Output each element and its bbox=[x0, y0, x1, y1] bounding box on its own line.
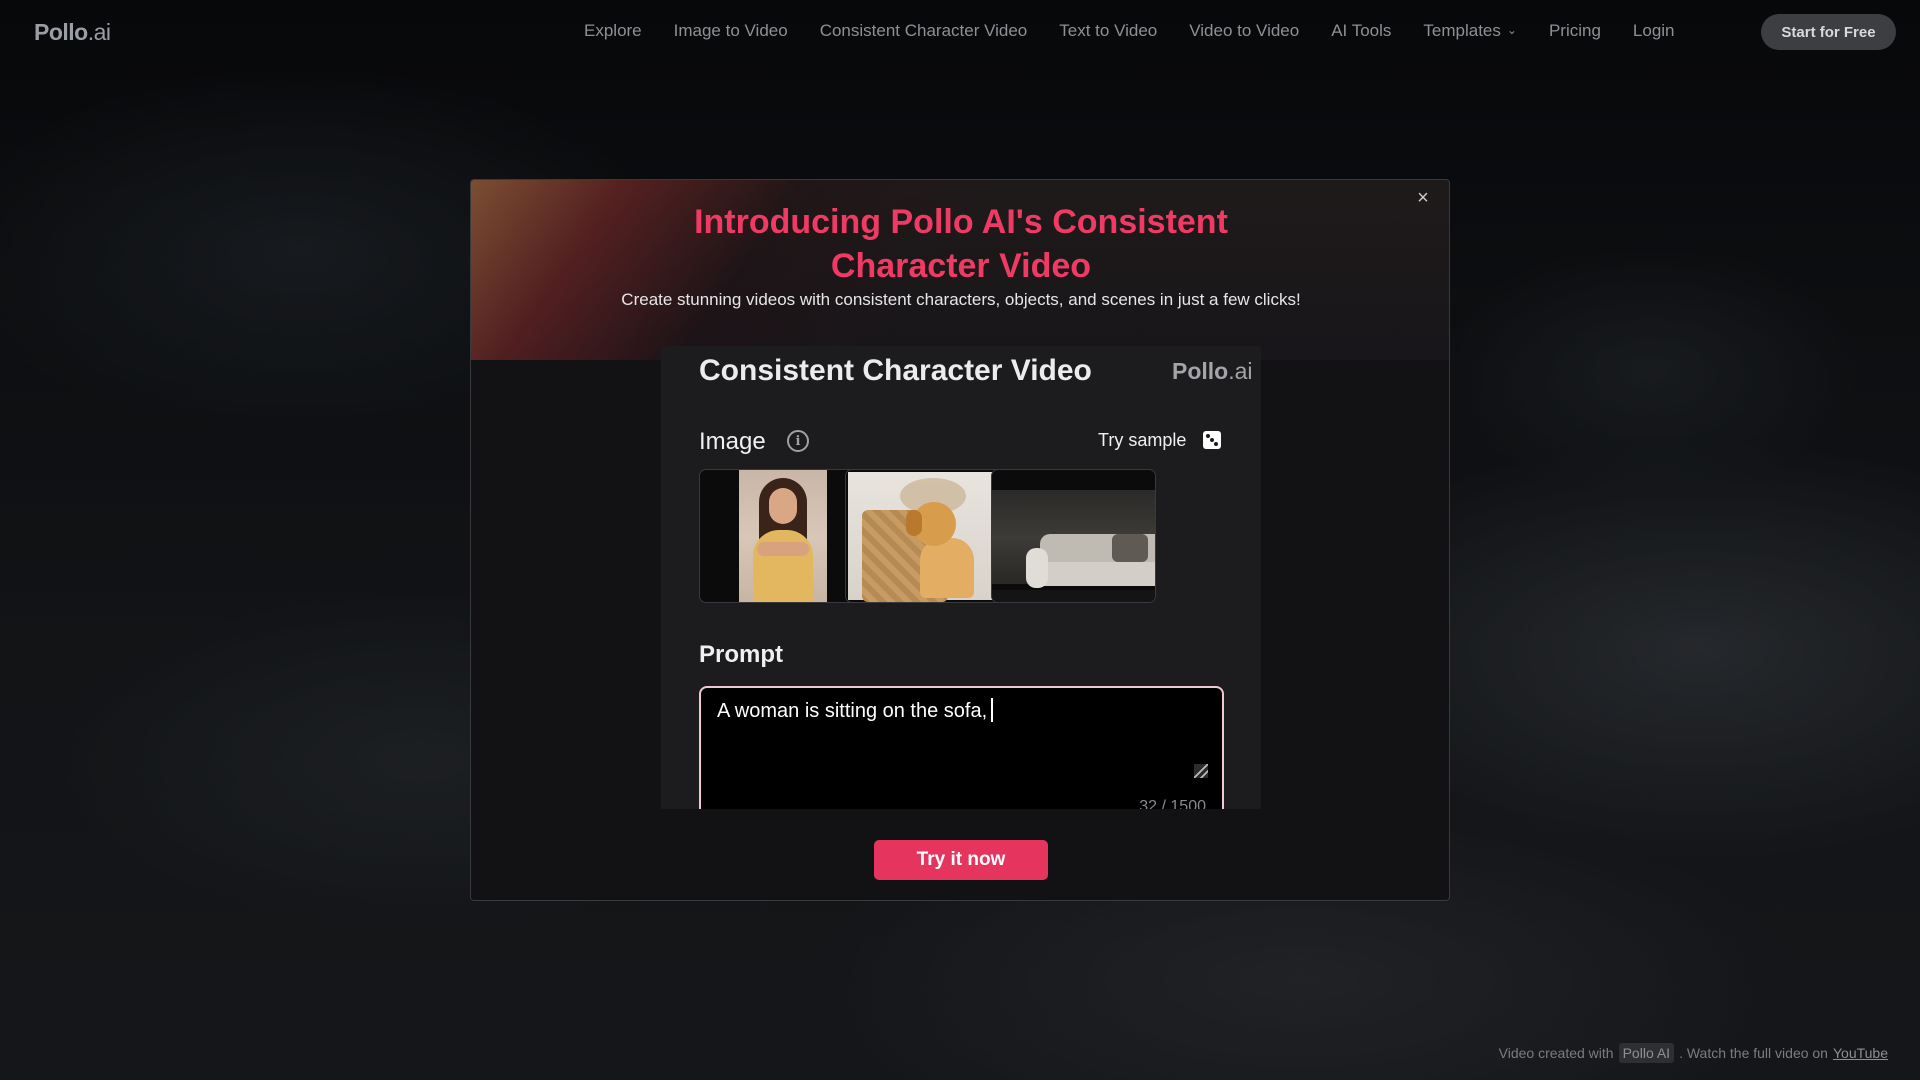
nav-text-to-video[interactable]: Text to Video bbox=[1059, 21, 1157, 41]
credit-tag: Pollo AI bbox=[1618, 1043, 1675, 1063]
dog-photo bbox=[848, 472, 1007, 602]
modal-title-line-2: Character Video bbox=[830, 247, 1092, 285]
prompt-section-label: Prompt bbox=[699, 641, 783, 668]
video-credit: Video created with Pollo AI . Watch the … bbox=[1499, 1043, 1888, 1063]
nav-templates[interactable]: Templates ⌄ bbox=[1423, 21, 1517, 41]
youtube-link[interactable]: YouTube bbox=[1833, 1045, 1888, 1061]
logo-text: Pollo bbox=[34, 19, 88, 45]
try-it-now-button[interactable]: Try it now bbox=[874, 840, 1048, 880]
card-title: Consistent Character Video bbox=[699, 354, 1092, 387]
site-logo[interactable]: Pollo.ai bbox=[34, 19, 111, 46]
prompt-textarea[interactable]: A woman is sitting on the sofa, 32 / 150… bbox=[699, 686, 1224, 809]
nav-pricing[interactable]: Pricing bbox=[1549, 21, 1601, 41]
sofa-photo bbox=[992, 490, 1155, 602]
resize-handle-icon[interactable] bbox=[1194, 764, 1208, 778]
image-thumb-dog[interactable] bbox=[845, 469, 1010, 603]
prompt-value: A woman is sitting on the sofa, bbox=[717, 700, 988, 722]
card-logo: Pollo.ai bbox=[1172, 358, 1253, 385]
nav-links: Explore Image to Video Consistent Charac… bbox=[584, 21, 1707, 41]
modal-title: Introducing Pollo AI's Consistent Charac… bbox=[471, 200, 1449, 288]
modal-subtitle: Create stunning videos with consistent c… bbox=[621, 290, 1301, 309]
nav-ai-tools[interactable]: AI Tools bbox=[1331, 21, 1391, 41]
promo-modal: × Introducing Pollo AI's Consistent Char… bbox=[470, 179, 1450, 901]
chevron-down-icon: ⌄ bbox=[1506, 23, 1517, 37]
card-logo-suffix: .ai bbox=[1228, 358, 1253, 384]
top-nav: Pollo.ai Explore Image to Video Consiste… bbox=[0, 0, 1920, 62]
character-counter: 32 / 1500 bbox=[1139, 798, 1206, 809]
info-icon[interactable]: i bbox=[787, 430, 809, 452]
feature-preview-card: Consistent Character Video Pollo.ai Imag… bbox=[661, 346, 1261, 809]
credit-middle: . Watch the full video on bbox=[1679, 1045, 1828, 1061]
woman-photo bbox=[739, 470, 827, 602]
nav-consistent-character-video[interactable]: Consistent Character Video bbox=[820, 21, 1028, 41]
nav-image-to-video[interactable]: Image to Video bbox=[674, 21, 788, 41]
credit-prefix: Video created with bbox=[1498, 1045, 1614, 1061]
nav-video-to-video[interactable]: Video to Video bbox=[1189, 21, 1299, 41]
modal-title-line-1: Introducing Pollo AI's Consistent bbox=[694, 203, 1228, 241]
card-logo-text: Pollo bbox=[1172, 358, 1229, 384]
image-thumb-sofa[interactable] bbox=[991, 469, 1156, 603]
nav-login[interactable]: Login bbox=[1633, 21, 1675, 41]
image-thumb-woman[interactable] bbox=[699, 469, 864, 603]
logo-suffix: .ai bbox=[87, 19, 111, 45]
try-sample-button[interactable]: Try sample bbox=[1098, 430, 1186, 451]
nav-explore[interactable]: Explore bbox=[584, 21, 642, 41]
prompt-text: A woman is sitting on the sofa, bbox=[717, 698, 994, 723]
dice-icon[interactable] bbox=[1203, 431, 1221, 449]
image-section-label: Image bbox=[699, 428, 766, 455]
start-for-free-button[interactable]: Start for Free bbox=[1761, 14, 1896, 50]
text-caret bbox=[991, 698, 994, 722]
nav-templates-label: Templates bbox=[1423, 21, 1501, 40]
